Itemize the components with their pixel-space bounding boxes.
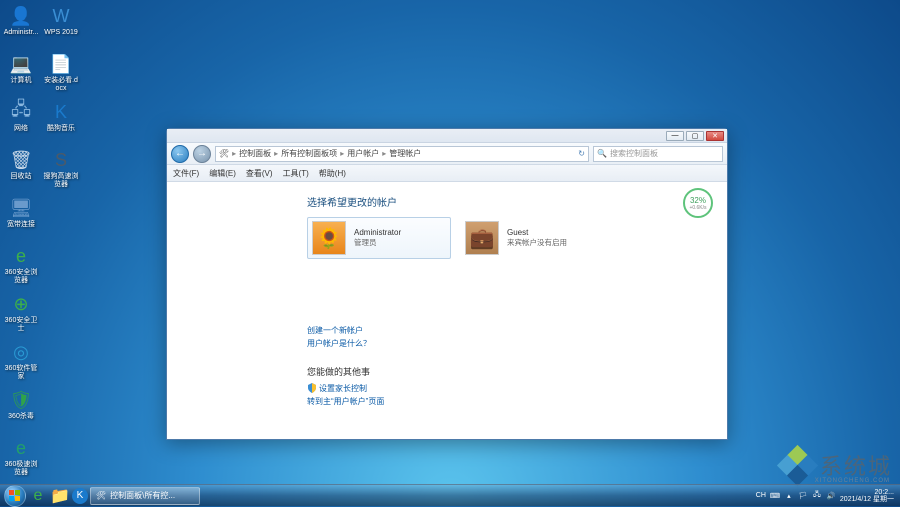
titlebar: — ▢ ✕ [167, 129, 727, 143]
back-button[interactable]: ← [171, 145, 189, 163]
goto-main-link[interactable]: 转到主“用户帐户”页面 [307, 397, 384, 406]
desktop-icon-360soft[interactable]: ◎360软件管家 [2, 338, 40, 384]
start-button[interactable] [4, 485, 26, 507]
taskbar: e 📁 K 🛠 控制面板\所有控... CH ⌨ ▴ 🏳 🖧 🔊 20:2...… [0, 484, 900, 506]
control-panel-window: — ▢ ✕ ← → 🛠 ▸ 控制面板 ▸ 所有控制面板项 ▸ 用户帐户 ▸ 管理… [166, 128, 728, 440]
desktop-icon-computer[interactable]: 💻计算机 [2, 50, 40, 96]
tray-volume-icon[interactable]: 🔊 [826, 491, 836, 501]
search-icon: 🔍 [597, 149, 607, 158]
taskbar-pin-explorer[interactable]: 📁 [50, 487, 70, 505]
desktop-icon-sogou[interactable]: S搜狗高速浏览器 [42, 146, 80, 192]
tray-flag-icon[interactable]: 🏳 [798, 491, 808, 501]
desktop-icon-kuandai[interactable]: 🖥宽带连接 [2, 194, 40, 240]
other-heading: 您能做的其他事 [307, 365, 727, 378]
windows-logo-icon [9, 490, 21, 502]
desktop-icon-360browser[interactable]: e360安全浏览器 [2, 242, 40, 288]
administrator-icon: 👤 [8, 3, 34, 29]
watermark: 系统城 [780, 448, 892, 482]
taskbar-clock[interactable]: 20:2... 2021/4/12 星期一 [840, 489, 896, 503]
section-heading: 选择希望更改的帐户 [307, 194, 727, 209]
maximize-button[interactable]: ▢ [686, 131, 704, 141]
taskbar-pin-browser[interactable]: e [28, 487, 48, 505]
desktop-icon-wps[interactable]: WWPS 2019 [42, 2, 80, 48]
account-guest[interactable]: 💼 Guest 来宾帐户没有启用 [461, 217, 605, 259]
search-box[interactable]: 🔍 搜索控制面板 [593, 146, 723, 162]
kuandai-icon: 🖥 [8, 195, 34, 221]
task-icon: 🛠 [96, 491, 106, 500]
sogou-icon: S [48, 147, 74, 173]
desktop-icon-docx[interactable]: 📄安装必看.docx [42, 50, 80, 96]
tray-ime-icon[interactable]: ⌨ [770, 491, 780, 501]
tray-network-icon[interactable]: 🖧 [812, 491, 822, 501]
speed-badge[interactable]: 32% +0.6K/s [683, 188, 713, 218]
desktop-icon-network[interactable]: 🖧网络 [2, 98, 40, 144]
breadcrumb-item[interactable]: 管理帐户 [389, 148, 421, 159]
close-button[interactable]: ✕ [706, 131, 724, 141]
breadcrumb-item[interactable]: 用户帐户 [347, 148, 379, 159]
360shadu-icon: 🛡 [8, 387, 34, 413]
minimize-button[interactable]: — [666, 131, 684, 141]
shield-icon [307, 383, 317, 393]
desktop-icon-360shadu[interactable]: 🛡360杀毒 [2, 386, 40, 432]
kugou-icon: K [48, 99, 74, 125]
folder-icon: 🛠 [219, 149, 229, 158]
network-icon: 🖧 [8, 99, 34, 125]
avatar-icon: 🌻 [312, 221, 346, 255]
forward-button[interactable]: → [193, 145, 211, 163]
breadcrumb-item[interactable]: 控制面板 [239, 148, 271, 159]
create-account-link[interactable]: 创建一个新帐户 [307, 325, 727, 338]
menubar: 文件(F) 编辑(E) 查看(V) 工具(T) 帮助(H) [167, 165, 727, 182]
desktop-icons: 👤Administr...💻计算机🖧网络🗑回收站🖥宽带连接e360安全浏览器⊕3… [2, 2, 80, 482]
menu-help[interactable]: 帮助(H) [319, 168, 346, 179]
desktop-icon-360safe[interactable]: ⊕360安全卫士 [2, 290, 40, 336]
360browser-icon: e [8, 243, 34, 269]
tray-chevron-icon[interactable]: ▴ [784, 491, 794, 501]
computer-icon: 💻 [8, 51, 34, 77]
360soft-icon: ◎ [8, 339, 34, 365]
avatar-icon: 💼 [465, 221, 499, 255]
tray-lang[interactable]: CH [756, 492, 766, 499]
action-links: 创建一个新帐户 用户帐户是什么？ [307, 325, 727, 351]
menu-edit[interactable]: 编辑(E) [209, 168, 236, 179]
desktop-icon-administrator[interactable]: 👤Administr... [2, 2, 40, 48]
other-links: 设置家长控制 转到主“用户帐户”页面 [307, 382, 727, 409]
menu-view[interactable]: 查看(V) [246, 168, 273, 179]
navbar: ← → 🛠 ▸ 控制面板 ▸ 所有控制面板项 ▸ 用户帐户 ▸ 管理帐户 ↻ 🔍… [167, 143, 727, 165]
watermark-logo-icon [780, 448, 814, 482]
menu-tools[interactable]: 工具(T) [283, 168, 309, 179]
address-bar[interactable]: 🛠 ▸ 控制面板 ▸ 所有控制面板项 ▸ 用户帐户 ▸ 管理帐户 ↻ [215, 146, 589, 162]
recycle-icon: 🗑 [8, 147, 34, 173]
refresh-icon[interactable]: ↻ [578, 149, 585, 158]
360safe-icon: ⊕ [8, 291, 34, 317]
taskbar-pin-kugou[interactable]: K [72, 488, 88, 504]
what-is-account-link[interactable]: 用户帐户是什么？ [307, 338, 727, 351]
system-tray: CH ⌨ ▴ 🏳 🖧 🔊 20:2... 2021/4/12 星期一 [756, 489, 896, 503]
wps-icon: W [48, 3, 74, 29]
360jisu-icon: e [8, 435, 34, 461]
desktop: 👤Administr...💻计算机🖧网络🗑回收站🖥宽带连接e360安全浏览器⊕3… [0, 0, 900, 506]
taskbar-task-control-panel[interactable]: 🛠 控制面板\所有控... [90, 487, 200, 505]
breadcrumb-item[interactable]: 所有控制面板项 [281, 148, 337, 159]
account-list: 🌻 Administrator 管理员 💼 Guest 来宾帐户没有启用 [307, 217, 727, 259]
docx-icon: 📄 [48, 51, 74, 77]
content-area: 32% +0.6K/s 选择希望更改的帐户 🌻 Administrator 管理… [167, 182, 727, 439]
desktop-icon-kugou[interactable]: K酷狗音乐 [42, 98, 80, 144]
account-administrator[interactable]: 🌻 Administrator 管理员 [307, 217, 451, 259]
desktop-icon-360jisu[interactable]: e360极速浏览器 [2, 434, 40, 480]
desktop-icon-recycle[interactable]: 🗑回收站 [2, 146, 40, 192]
menu-file[interactable]: 文件(F) [173, 168, 199, 179]
parental-control-link[interactable]: 设置家长控制 [319, 384, 367, 393]
